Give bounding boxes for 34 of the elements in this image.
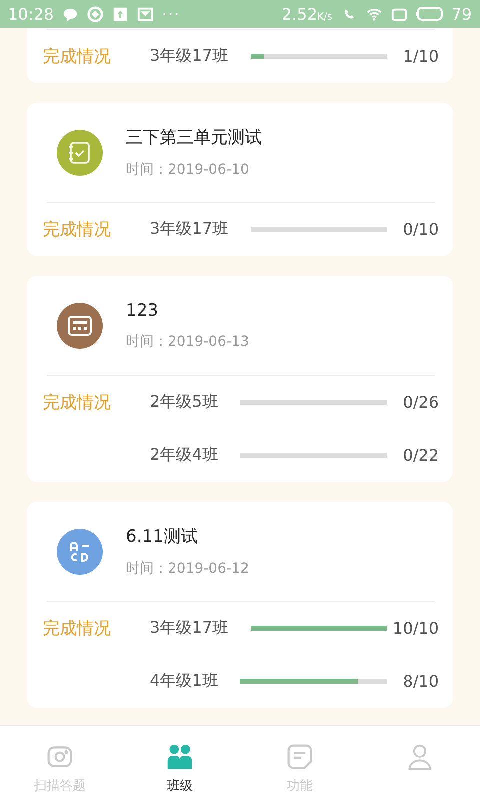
test-date: 时间：2019-06-12 — [126, 560, 250, 578]
completion-count: 0/26 — [403, 393, 439, 412]
app-icon — [87, 6, 104, 22]
more-notifications: ··· — [162, 4, 180, 24]
class-name: 3年级17班 — [150, 618, 229, 639]
test-date: 时间：2019-06-10 — [126, 161, 250, 179]
network-speed: 2.52 K/s — [282, 4, 333, 24]
people-icon — [166, 743, 194, 771]
class-name: 2年级5班 — [150, 392, 218, 413]
battery-level: 79 — [452, 4, 472, 24]
note-icon — [286, 743, 314, 771]
test-title: 三下第三单元测试 — [126, 127, 262, 149]
person-icon — [406, 743, 434, 771]
class-name: 3年级17班 — [150, 46, 229, 67]
upload-icon — [112, 6, 130, 22]
battery-icon — [416, 6, 444, 22]
completion-label: 完成情况 — [43, 47, 111, 67]
test-title: 123 — [126, 300, 158, 320]
test-title: 6.11测试 — [126, 526, 198, 548]
nav-tab[interactable]: 班级 — [120, 726, 240, 800]
completion-count: 10/10 — [392, 619, 439, 638]
completion-count: 0/22 — [403, 446, 439, 465]
completion-count: 1/10 — [403, 47, 439, 66]
completion-label: 完成情况 — [43, 220, 111, 240]
completion-label: 完成情况 — [43, 393, 111, 413]
class-name: 3年级17班 — [150, 219, 229, 240]
completion-count: 8/10 — [403, 672, 439, 691]
class-name: 4年级1班 — [150, 671, 218, 692]
completion-label: 完成情况 — [43, 619, 111, 639]
class-name: 2年级4班 — [150, 445, 218, 466]
clock: 10:28 — [8, 4, 54, 24]
image-icon — [137, 6, 154, 22]
completion-count: 0/10 — [403, 220, 439, 239]
test-date: 时间：2019-06-13 — [126, 332, 250, 350]
